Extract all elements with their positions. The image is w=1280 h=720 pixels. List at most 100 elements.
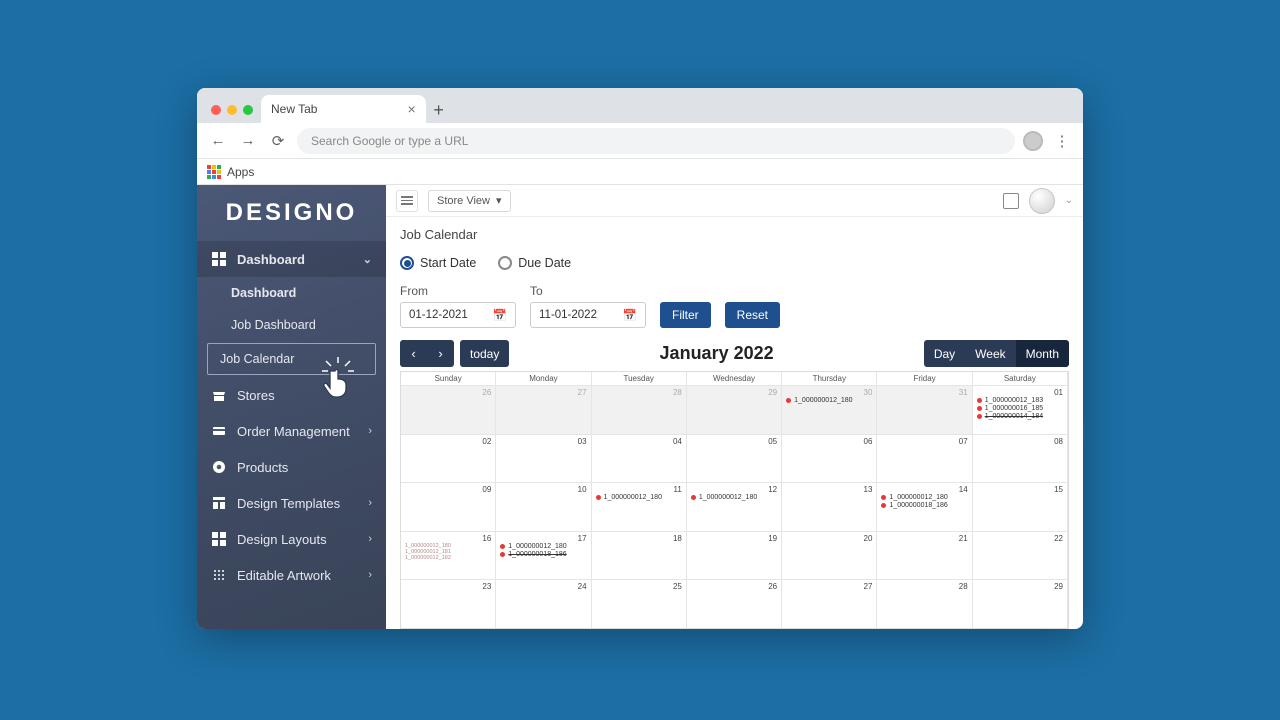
radio-start-date[interactable]: Start Date (400, 256, 476, 270)
to-date-input[interactable]: 11-01-2022 📅 (530, 302, 646, 328)
apps-label[interactable]: Apps (227, 165, 254, 179)
forward-button[interactable]: → (237, 130, 259, 152)
to-field: To 11-01-2022 📅 (530, 284, 646, 328)
day-number: 18 (673, 534, 682, 543)
address-bar[interactable]: Search Google or type a URL (297, 128, 1015, 154)
calendar-cell[interactable]: 03 (496, 435, 591, 483)
sidebar-item-editable-artwork[interactable]: Editable Artwork › (197, 557, 386, 593)
calendar-cell[interactable]: 20 (782, 532, 877, 580)
calendar-cell[interactable]: 24 (496, 580, 591, 628)
hamburger-menu-icon[interactable] (396, 190, 418, 212)
calendar-cell[interactable]: 28 (592, 386, 687, 434)
calendar-cell[interactable]: 23 (401, 580, 496, 628)
close-tab-icon[interactable]: × (407, 101, 415, 117)
calendar-cell[interactable]: 02 (401, 435, 496, 483)
calendar-cell[interactable]: 161_000000012_1801_000000012_1811_000000… (401, 532, 496, 580)
event-dot-icon (977, 398, 982, 403)
day-number: 26 (482, 388, 491, 397)
calendar-event[interactable]: 1_000000014_184 (977, 413, 1063, 420)
view-day-button[interactable]: Day (924, 340, 965, 367)
day-number: 09 (482, 485, 491, 494)
calendar-event[interactable]: 1_000000012_180 (596, 494, 682, 501)
calendar-event[interactable]: 1_000000012_180 (500, 543, 586, 550)
dow-label: Thursday (782, 372, 877, 385)
calendar-event[interactable]: 1_000000012_180 (691, 494, 777, 501)
sidebar-item-order-management[interactable]: Order Management › (197, 413, 386, 449)
radio-due-date[interactable]: Due Date (498, 256, 571, 270)
calendar-event[interactable]: 1_000000012_180 (881, 494, 967, 501)
day-number: 15 (1054, 485, 1063, 494)
browser-menu-icon[interactable]: ⋮ (1051, 130, 1073, 152)
profile-avatar-icon[interactable] (1023, 131, 1043, 151)
calendar-cell[interactable]: 05 (687, 435, 782, 483)
sidebar-item-design-layouts[interactable]: Design Layouts › (197, 521, 386, 557)
sidebar-sub-job-calendar[interactable]: Job Calendar (207, 343, 376, 375)
view-week-button[interactable]: Week (965, 340, 1015, 367)
calendar-cell[interactable]: 27 (496, 386, 591, 434)
calendar-cell[interactable]: 21 (877, 532, 972, 580)
event-dot-icon (881, 503, 886, 508)
from-date-input[interactable]: 01-12-2021 📅 (400, 302, 516, 328)
calendar-cell[interactable]: 26 (687, 580, 782, 628)
day-number: 14 (959, 485, 968, 494)
calendar-cell[interactable]: 29 (973, 580, 1068, 628)
calendar-cell[interactable]: 29 (687, 386, 782, 434)
calendar-cell[interactable]: 121_000000012_180 (687, 483, 782, 531)
calendar-cell[interactable]: 28 (877, 580, 972, 628)
calendar-cell[interactable]: 13 (782, 483, 877, 531)
calendar-cell[interactable]: 18 (592, 532, 687, 580)
sidebar-item-design-templates[interactable]: Design Templates › (197, 485, 386, 521)
apps-icon[interactable] (207, 165, 221, 179)
minimize-window-icon[interactable] (227, 105, 237, 115)
calendar-event[interactable]: 1_000000018_186 (881, 502, 967, 509)
calendar-cell[interactable]: 15 (973, 483, 1068, 531)
fullscreen-icon[interactable] (1003, 193, 1019, 209)
calendar-event[interactable]: 1_000000012_180 (786, 397, 872, 404)
user-menu-caret-icon[interactable]: ⌄ (1065, 195, 1073, 206)
sidebar-sub-dashboard[interactable]: Dashboard (197, 277, 386, 309)
calendar-cell[interactable]: 31 (877, 386, 972, 434)
calendar-cell[interactable]: 26 (401, 386, 496, 434)
close-window-icon[interactable] (211, 105, 221, 115)
calendar-event[interactable]: 1_000000018_186 (500, 551, 586, 558)
calendar-cell[interactable]: 09 (401, 483, 496, 531)
maximize-window-icon[interactable] (243, 105, 253, 115)
calendar-cell[interactable]: 06 (782, 435, 877, 483)
user-avatar-icon[interactable] (1029, 188, 1055, 214)
main-panel: Store View ▾ ⌄ Job Calendar Start Date (386, 185, 1083, 629)
calendar-cell[interactable]: 07 (877, 435, 972, 483)
calendar-event[interactable]: 1_000000012_183 (977, 397, 1063, 404)
calendar-cell[interactable]: 301_000000012_180 (782, 386, 877, 434)
app-bar: Store View ▾ ⌄ (386, 185, 1083, 217)
to-label: To (530, 284, 646, 298)
store-view-dropdown[interactable]: Store View ▾ (428, 190, 511, 212)
view-month-button[interactable]: Month (1016, 340, 1069, 367)
sidebar-item-dashboard[interactable]: Dashboard ⌄ (197, 241, 386, 277)
sidebar-item-stores[interactable]: Stores (197, 377, 386, 413)
sidebar-sub-job-dashboard[interactable]: Job Dashboard (197, 309, 386, 341)
calendar-cell[interactable]: 22 (973, 532, 1068, 580)
reset-button[interactable]: Reset (725, 302, 780, 328)
calendar-cell[interactable]: 10 (496, 483, 591, 531)
browser-tab[interactable]: New Tab × (261, 95, 426, 123)
dow-label: Tuesday (592, 372, 687, 385)
calendar-event[interactable]: 1_000000016_185 (977, 405, 1063, 412)
calendar-cell[interactable]: 25 (592, 580, 687, 628)
calendar-cell[interactable]: 08 (973, 435, 1068, 483)
today-button[interactable]: today (460, 340, 509, 367)
calendar-cell[interactable]: 171_000000012_1801_000000018_186 (496, 532, 591, 580)
calendar-cell[interactable]: 27 (782, 580, 877, 628)
calendar-cell[interactable]: 19 (687, 532, 782, 580)
filter-button[interactable]: Filter (660, 302, 711, 328)
back-button[interactable]: ← (207, 130, 229, 152)
sidebar-item-products[interactable]: Products (197, 449, 386, 485)
application: DESIGNO Dashboard ⌄ Dashboard Job Dashbo… (197, 185, 1083, 629)
reload-button[interactable]: ⟳ (267, 130, 289, 152)
calendar-cell[interactable]: 111_000000012_180 (592, 483, 687, 531)
calendar-cell[interactable]: 141_000000012_1801_000000018_186 (877, 483, 972, 531)
calendar-cell[interactable]: 04 (592, 435, 687, 483)
calendar-cell[interactable]: 011_000000012_1831_000000016_1851_000000… (973, 386, 1068, 434)
next-button[interactable]: › (427, 340, 454, 367)
prev-button[interactable]: ‹ (400, 340, 427, 367)
new-tab-button[interactable]: + (426, 97, 452, 123)
